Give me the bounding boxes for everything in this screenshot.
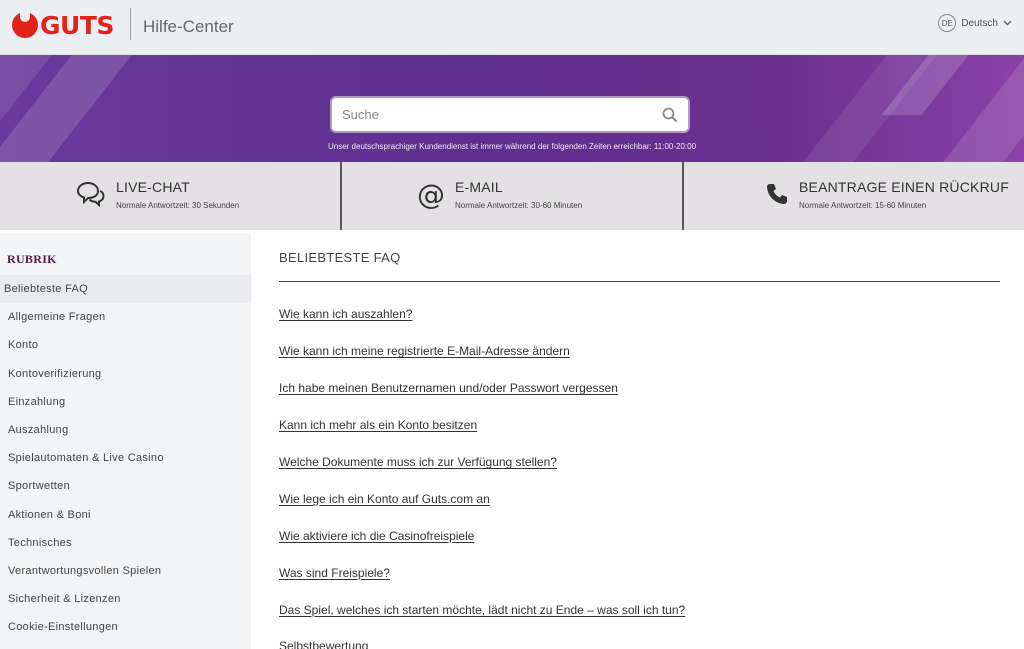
search-box: [332, 98, 688, 131]
faq-link[interactable]: Welche Dokumente muss ich zur Verfügung …: [279, 455, 557, 469]
page-title: Hilfe-Center: [143, 17, 234, 36]
faq-link[interactable]: Das Spiel, welches ich starten möchte, l…: [279, 603, 685, 617]
contact-response-time: Normale Antwortzeit: 30-60 Minuten: [455, 201, 583, 210]
sidebar-item-technisches[interactable]: Technisches: [0, 529, 251, 557]
faq-link[interactable]: Ich habe meinen Benutzernamen und/oder P…: [279, 381, 618, 395]
faq-link[interactable]: Wie kann ich meine registrierte E-Mail-A…: [279, 344, 570, 358]
sidebar-item-cookie-einstellungen[interactable]: Cookie-Einstellungen: [0, 613, 251, 641]
list-item: Wie kann ich meine registrierte E-Mail-A…: [279, 333, 1000, 370]
faq-link[interactable]: Wie aktiviere ich die Casinofreispiele: [279, 529, 474, 543]
contact-response-time: Normale Antwortzeit: 30 Sekunden: [116, 201, 240, 210]
sidebar-item-kontoverifizierung[interactable]: Kontoverifizierung: [0, 360, 251, 388]
contact-title: E-MAIL: [455, 179, 503, 195]
logo-text: GUTS: [40, 10, 114, 40]
contact-live-chat[interactable]: LIVE-CHAT Normale Antwortzeit: 30 Sekund…: [0, 162, 342, 230]
faq-link[interactable]: Kann ich mehr als ein Konto besitzen: [279, 418, 477, 432]
top-bar: GUTS Hilfe-Center DE Deutsch: [0, 0, 1024, 55]
faq-link[interactable]: Wie lege ich ein Konto auf Guts.com an: [279, 492, 490, 506]
faq-link[interactable]: Was sind Freispiele?: [279, 566, 390, 580]
chevron-down-icon: [1003, 20, 1012, 26]
header-divider: [130, 8, 131, 40]
sidebar-item-aktionen-boni[interactable]: Aktionen & Boni: [0, 501, 251, 529]
hero-banner: Unser deutschsprachiger Kundendienst ist…: [0, 55, 1024, 162]
contact-response-time: Normale Antwortzeit: 15-60 Minuten: [799, 201, 927, 210]
contact-callback[interactable]: BEANTRAGE EINEN RÜCKRUF Normale Antwortz…: [684, 162, 1024, 230]
contact-title: LIVE-CHAT: [116, 179, 190, 195]
sidebar-item-beliebteste-faq[interactable]: Beliebteste FAQ: [0, 275, 251, 304]
faq-list: Wie kann ich auszahlen? Wie kann ich mei…: [279, 296, 1000, 649]
language-label: Deutsch: [961, 17, 998, 29]
contact-title: BEANTRAGE EINEN RÜCKRUF: [799, 179, 1009, 195]
sidebar-item-spielautomaten[interactable]: Spielautomaten & Live Casino: [0, 444, 251, 472]
language-badge: DE: [938, 14, 957, 32]
search-input[interactable]: [342, 107, 662, 122]
list-item: Was sind Freispiele?: [279, 554, 1000, 591]
sidebar-item-einzahlung[interactable]: Einzahlung: [0, 388, 251, 416]
sidebar-heading: RUBRIK: [7, 252, 57, 266]
sidebar-item-auszahlung[interactable]: Auszahlung: [0, 416, 251, 444]
list-item: Welche Dokumente muss ich zur Verfügung …: [279, 444, 1000, 481]
chat-bubbles-icon: [75, 179, 105, 209]
contact-options: LIVE-CHAT Normale Antwortzeit: 30 Sekund…: [0, 162, 1024, 230]
faq-link[interactable]: Wie kann ich auszahlen?: [279, 307, 412, 321]
sidebar-item-sicherheit[interactable]: Sicherheit & Lizenzen: [0, 585, 251, 613]
section-divider: [279, 281, 1000, 282]
category-list: Beliebteste FAQ Allgemeine Fragen Konto …: [0, 275, 251, 641]
sidebar-item-sportwetten[interactable]: Sportwetten: [0, 472, 251, 500]
contact-email[interactable]: @ E-MAIL Normale Antwortzeit: 30-60 Minu…: [342, 162, 684, 230]
phone-icon: [762, 179, 792, 209]
language-selector[interactable]: DE Deutsch: [938, 14, 1012, 32]
section-title: BELIEBTESTE FAQ: [279, 250, 401, 265]
sidebar-item-allgemeine-fragen[interactable]: Allgemeine Fragen: [0, 303, 251, 331]
list-item: Das Spiel, welches ich starten möchte, l…: [279, 591, 1000, 628]
list-item: Kann ich mehr als ein Konto besitzen: [279, 407, 1000, 444]
sidebar-item-konto[interactable]: Konto: [0, 331, 251, 359]
guts-logo[interactable]: GUTS: [12, 10, 114, 40]
list-item: Ich habe meinen Benutzernamen und/oder P…: [279, 370, 1000, 407]
list-item: Wie lege ich ein Konto auf Guts.com an: [279, 480, 1000, 517]
sidebar-item-verantwortung[interactable]: Verantwortungsvollen Spielen: [0, 557, 251, 585]
list-item: Wie kann ich auszahlen?: [279, 296, 1000, 333]
search-icon[interactable]: [662, 107, 678, 123]
logo-mark-icon: [12, 12, 38, 38]
support-hours-text: Unser deutschsprachiger Kundendienst ist…: [327, 142, 697, 151]
category-sidebar: RUBRIK Beliebteste FAQ Allgemeine Fragen…: [0, 233, 251, 649]
list-item: Wie aktiviere ich die Casinofreispiele: [279, 517, 1000, 554]
list-item: Selbstbewertung: [279, 628, 1000, 649]
at-sign-icon: @: [417, 177, 445, 211]
faq-link[interactable]: Selbstbewertung: [279, 639, 368, 649]
